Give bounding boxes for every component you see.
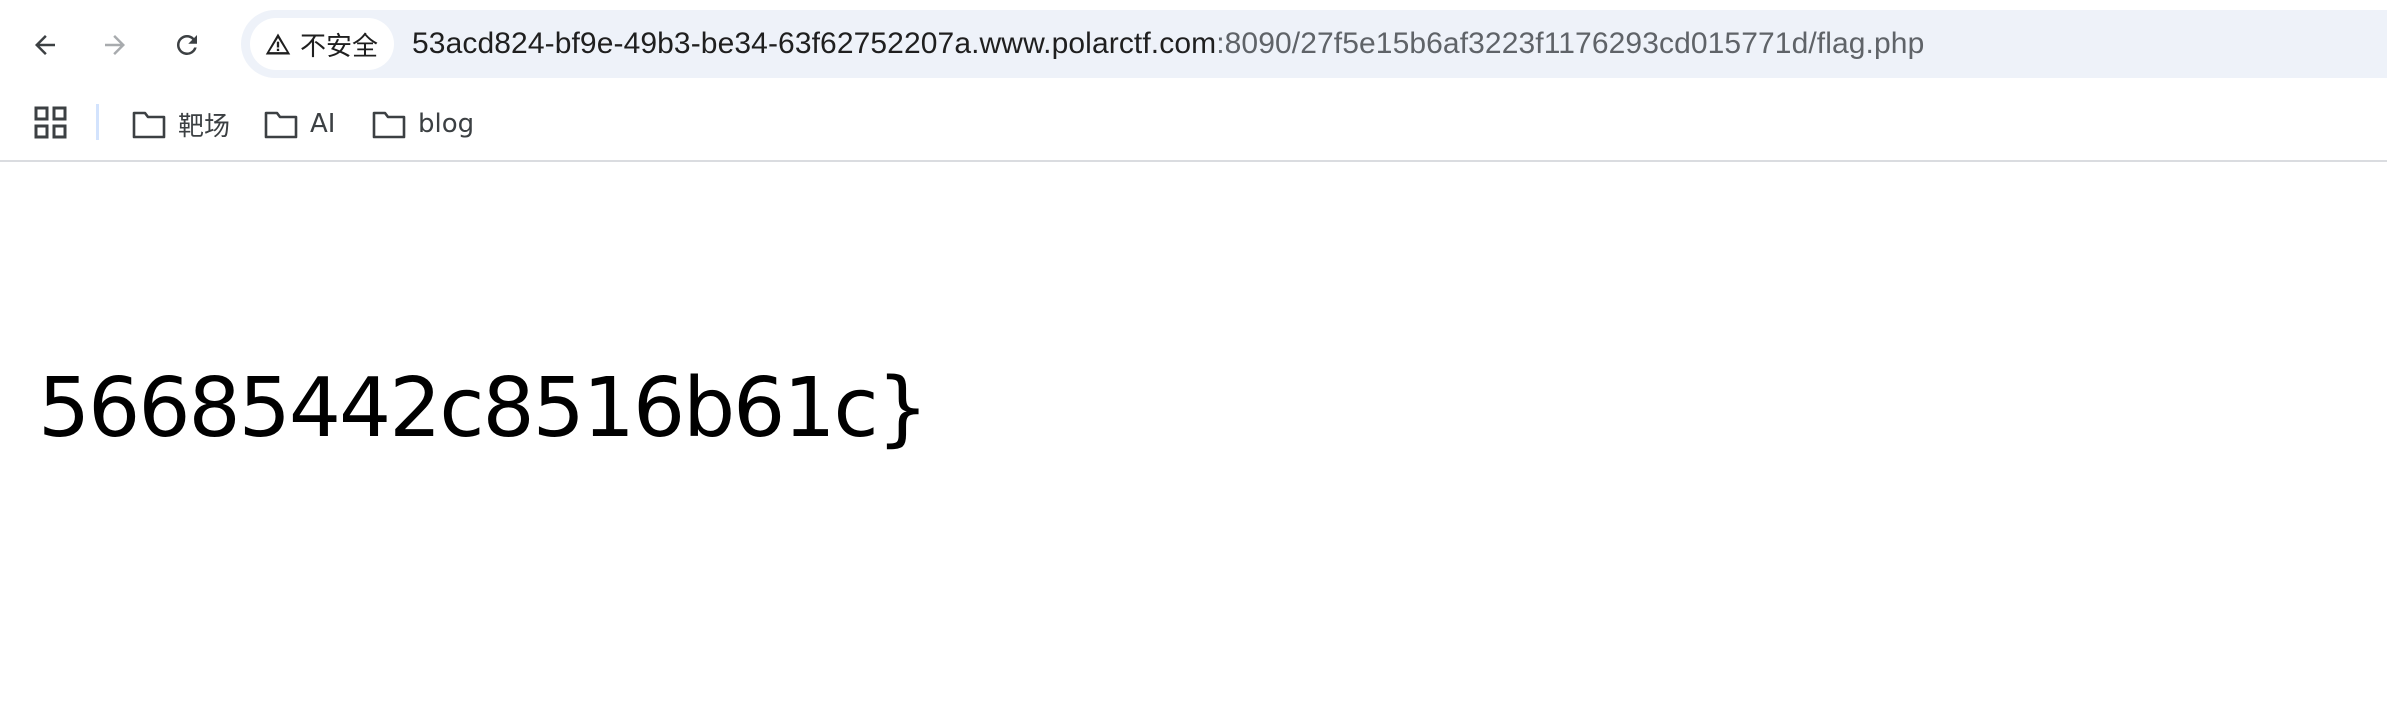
forward-button[interactable] xyxy=(91,21,139,69)
security-label: 不安全 xyxy=(300,31,379,62)
arrow-right-icon xyxy=(105,35,125,55)
back-button[interactable] xyxy=(21,21,69,69)
apps-button[interactable] xyxy=(34,106,68,140)
browser-chrome: 不安全 53acd824-bf9e-49b3-be34-63f62752207a… xyxy=(0,0,2387,162)
url-text[interactable]: 53acd824-bf9e-49b3-be34-63f62752207a.www… xyxy=(412,27,1924,61)
bookmark-label: 靶场 xyxy=(178,111,231,142)
bookmark-folder-ai[interactable]: AI xyxy=(256,98,343,150)
browser-toolbar: 不安全 53acd824-bf9e-49b3-be34-63f62752207a… xyxy=(0,0,2387,90)
bookmarks-separator xyxy=(96,104,99,140)
bookmark-folder-blog[interactable]: blog xyxy=(364,98,482,150)
arrow-left-icon xyxy=(35,35,55,55)
warning-triangle-icon xyxy=(265,33,291,55)
reload-icon xyxy=(176,34,197,55)
security-indicator-chip[interactable]: 不安全 xyxy=(250,18,395,70)
page-content: 56685442c8516b61c} xyxy=(0,162,2387,705)
folder-icon xyxy=(132,111,166,139)
bookmarks-bar: 靶场 AI blog xyxy=(0,90,2387,158)
reload-button[interactable] xyxy=(163,21,211,69)
bookmark-folder-bachang[interactable]: 靶场 xyxy=(124,98,238,150)
url-host: 53acd824-bf9e-49b3-be34-63f62752207a.www… xyxy=(412,27,1217,60)
folder-icon xyxy=(264,111,298,139)
bookmark-label: blog xyxy=(418,109,475,139)
apps-grid-icon xyxy=(34,106,67,139)
folder-icon xyxy=(372,111,406,139)
url-path: :8090/27f5e15b6af3223f1176293cd015771d/f… xyxy=(1216,27,1925,60)
address-bar[interactable]: 不安全 53acd824-bf9e-49b3-be34-63f62752207a… xyxy=(241,10,2387,78)
bookmark-label: AI xyxy=(310,109,336,139)
page-body-text: 56685442c8516b61c} xyxy=(38,361,929,456)
